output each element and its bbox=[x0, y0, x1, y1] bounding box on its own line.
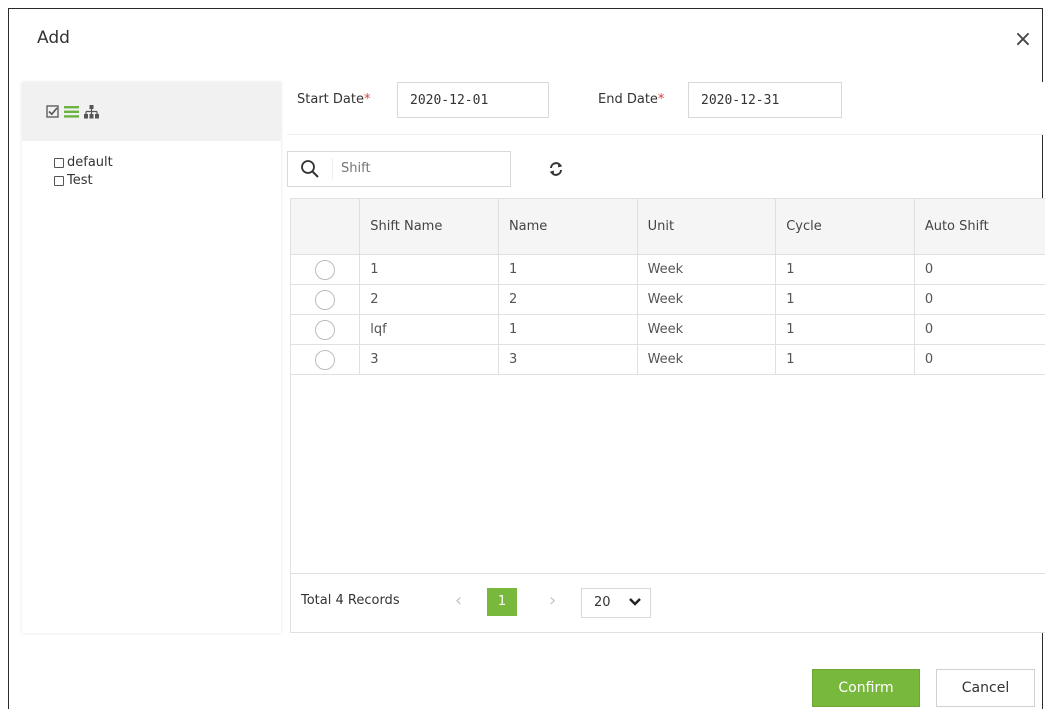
table-row[interactable]: 2 2 Week 1 0 bbox=[291, 284, 1045, 315]
row-select-cell bbox=[291, 314, 361, 345]
cell-unit: Week bbox=[637, 314, 777, 345]
pagination-bar: Total 4 Records ‹ 1 › 20 bbox=[291, 573, 1045, 632]
column-header-auto-shift[interactable]: Auto Shift bbox=[914, 199, 1045, 255]
dialog-title-bar: Add × bbox=[9, 9, 1042, 69]
search-icon[interactable] bbox=[300, 159, 320, 179]
cell-auto-shift: 0 bbox=[914, 314, 1045, 345]
check-all-icon[interactable] bbox=[46, 105, 60, 119]
table-row[interactable]: lqf 1 Week 1 0 bbox=[291, 314, 1045, 345]
chevron-down-icon bbox=[629, 598, 641, 606]
checkbox[interactable] bbox=[54, 158, 64, 168]
end-date-label: End Date* bbox=[598, 92, 664, 107]
row-radio[interactable] bbox=[315, 319, 336, 340]
tree-toolbar bbox=[22, 82, 281, 141]
cancel-button[interactable]: Cancel bbox=[936, 669, 1035, 707]
cell-shift-name: 3 bbox=[359, 344, 499, 375]
column-header-name[interactable]: Name bbox=[498, 199, 638, 255]
cell-cycle: 1 bbox=[775, 344, 915, 375]
page-button-current[interactable]: 1 bbox=[487, 588, 517, 616]
shift-grid: Shift Name Name Unit Cycle Auto Shift 1 … bbox=[291, 199, 1045, 375]
dialog-title: Add bbox=[37, 28, 70, 48]
shift-table: Shift Name Name Unit Cycle Auto Shift 1 … bbox=[290, 198, 1045, 633]
cell-auto-shift: 0 bbox=[914, 284, 1045, 315]
date-filter-bar: Start Date* End Date* bbox=[287, 82, 1044, 135]
cell-name: 1 bbox=[498, 314, 638, 345]
close-icon[interactable]: × bbox=[1012, 29, 1034, 51]
cell-unit: Week bbox=[637, 284, 777, 315]
row-select-cell bbox=[291, 344, 361, 375]
tree-list: default Test bbox=[54, 154, 113, 190]
row-select-cell bbox=[291, 254, 361, 285]
cell-auto-shift: 0 bbox=[914, 344, 1045, 375]
select-column-header bbox=[291, 199, 361, 255]
cell-name: 1 bbox=[498, 254, 638, 285]
table-row[interactable]: 1 1 Week 1 0 bbox=[291, 254, 1045, 285]
cell-cycle: 1 bbox=[775, 284, 915, 315]
checkbox[interactable] bbox=[54, 176, 64, 186]
search-input[interactable] bbox=[341, 161, 501, 176]
start-date-field[interactable] bbox=[397, 82, 549, 118]
prev-page-button[interactable]: ‹ bbox=[455, 590, 462, 611]
cell-unit: Week bbox=[637, 254, 777, 285]
column-header-cycle[interactable]: Cycle bbox=[775, 199, 915, 255]
tree-item-test[interactable]: Test bbox=[54, 172, 113, 190]
cell-shift-name: lqf bbox=[359, 314, 499, 345]
cell-unit: Week bbox=[637, 344, 777, 375]
cell-cycle: 1 bbox=[775, 314, 915, 345]
tree-item-label: default bbox=[67, 155, 113, 170]
table-row[interactable]: 3 3 Week 1 0 bbox=[291, 344, 1045, 375]
confirm-button[interactable]: Confirm bbox=[812, 669, 920, 707]
end-date-label-text: End Date bbox=[598, 92, 658, 107]
tree-item-default[interactable]: default bbox=[54, 154, 113, 172]
cell-auto-shift: 0 bbox=[914, 254, 1045, 285]
end-date-field[interactable] bbox=[688, 82, 842, 118]
next-page-button[interactable]: › bbox=[549, 590, 556, 611]
cell-name: 3 bbox=[498, 344, 638, 375]
start-date-label: Start Date* bbox=[297, 92, 370, 107]
shift-search-box bbox=[287, 151, 511, 187]
total-records: Total 4 Records bbox=[301, 593, 400, 608]
search-divider bbox=[332, 158, 333, 180]
list-icon[interactable] bbox=[64, 105, 79, 119]
cell-cycle: 1 bbox=[775, 254, 915, 285]
cell-name: 2 bbox=[498, 284, 638, 315]
refresh-icon[interactable] bbox=[549, 162, 563, 176]
tree-item-label: Test bbox=[67, 173, 93, 188]
column-header-shift-name[interactable]: Shift Name bbox=[359, 199, 499, 255]
table-header-row: Shift Name Name Unit Cycle Auto Shift bbox=[291, 199, 1045, 255]
cell-shift-name: 2 bbox=[359, 284, 499, 315]
page-size-select[interactable]: 20 bbox=[581, 588, 651, 618]
department-tree-panel: default Test bbox=[22, 82, 281, 633]
start-date-label-text: Start Date bbox=[297, 92, 364, 107]
row-radio[interactable] bbox=[315, 259, 336, 280]
row-select-cell bbox=[291, 284, 361, 315]
row-radio[interactable] bbox=[315, 349, 336, 370]
row-radio[interactable] bbox=[315, 289, 336, 310]
add-dialog: Add × default Test Start Date* 2020-12-0… bbox=[8, 8, 1045, 709]
column-header-unit[interactable]: Unit bbox=[637, 199, 777, 255]
page-size-value: 20 bbox=[594, 595, 611, 610]
required-mark: * bbox=[657, 92, 665, 107]
cell-shift-name: 1 bbox=[359, 254, 499, 285]
required-mark: * bbox=[363, 92, 371, 107]
org-tree-icon[interactable] bbox=[84, 105, 99, 119]
